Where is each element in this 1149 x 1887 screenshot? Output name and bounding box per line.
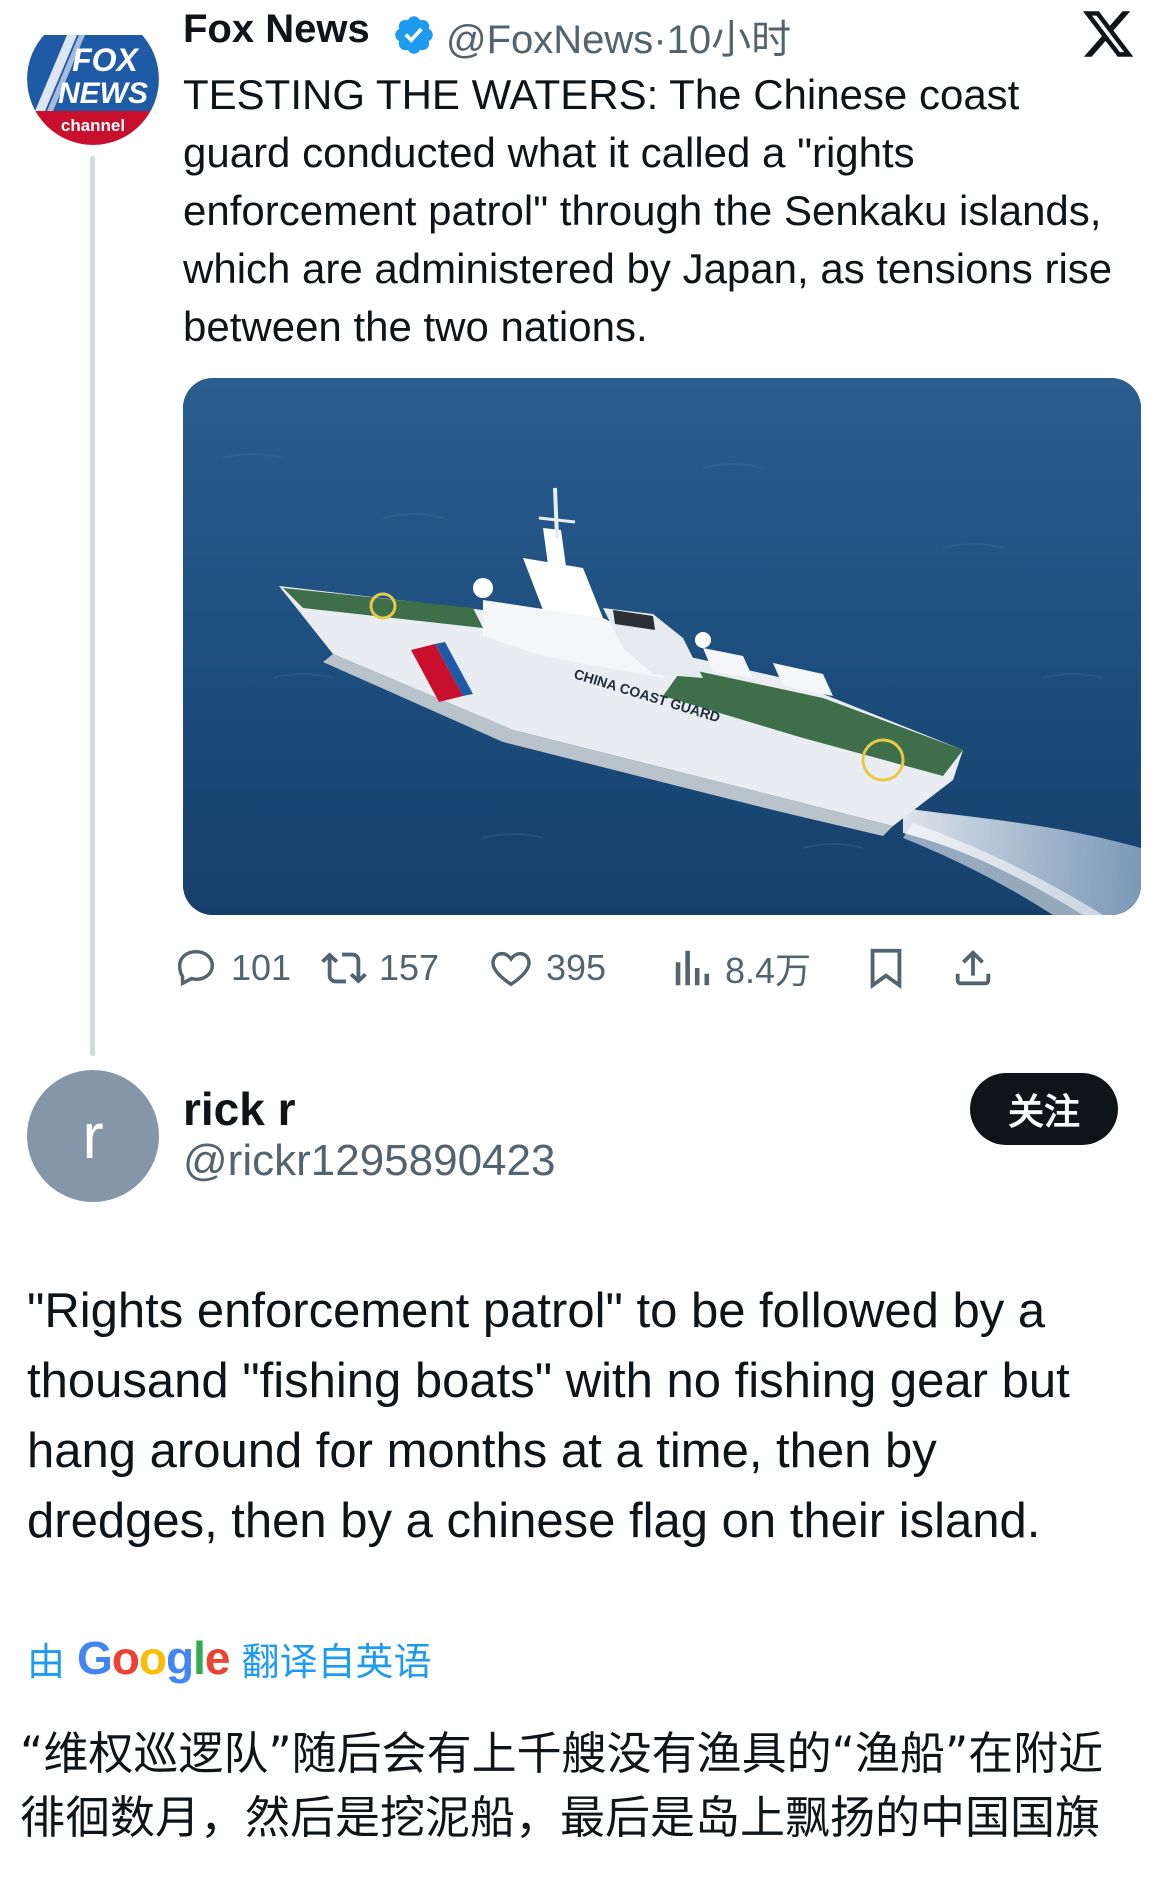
bookmark-icon: [870, 948, 902, 989]
verified-badge-icon: [395, 16, 433, 54]
reply-text: "Rights enforcement patrol" to be follow…: [27, 1284, 1070, 1548]
author-handle[interactable]: @FoxNews: [446, 18, 653, 62]
post-time[interactable]: ·10小时: [653, 18, 791, 62]
reply-count: 101: [231, 947, 292, 988]
share-icon: [955, 949, 991, 986]
share-button[interactable]: [950, 940, 996, 996]
google-brand: Google: [77, 1631, 231, 1685]
google-letter: e: [204, 1632, 231, 1684]
google-letter: g: [166, 1632, 194, 1684]
like-button[interactable]: 395: [488, 940, 606, 996]
author-avatar[interactable]: FOX NEWS channel: [27, 13, 159, 145]
like-count: 395: [546, 947, 607, 988]
ship-photo: CHINA COAST GUARD: [183, 378, 1141, 915]
repost-count: 157: [379, 947, 440, 988]
repost-icon: [321, 952, 367, 984]
author-handle-and-time[interactable]: @FoxNews·10小时: [446, 7, 791, 65]
google-letter: G: [77, 1632, 113, 1684]
post-text: TESTING THE WATERS: The Chinese coast gu…: [183, 71, 1113, 350]
x-logo-icon: [1082, 11, 1134, 57]
thread-connector-line: [90, 156, 95, 1056]
translate-prefix: 由: [27, 1641, 66, 1684]
svg-text:NEWS: NEWS: [58, 77, 148, 110]
reply-author-name[interactable]: rick r: [183, 1082, 296, 1136]
post-media-image[interactable]: CHINA COAST GUARD: [183, 378, 1141, 915]
google-letter: l: [193, 1632, 206, 1684]
translation-attribution[interactable]: 由 Google 翻译自英语: [27, 1628, 432, 1688]
views-button[interactable]: 8.4万: [673, 940, 811, 996]
reply-author-handle[interactable]: @rickr1295890423: [183, 1136, 555, 1186]
follow-button[interactable]: 关注: [970, 1073, 1118, 1145]
reply-author-avatar[interactable]: r: [27, 1070, 159, 1202]
views-icon: [675, 950, 710, 986]
author-name[interactable]: Fox News: [183, 7, 370, 52]
reply-button[interactable]: 101: [173, 940, 291, 996]
reply-icon: [177, 949, 215, 987]
like-icon: [491, 951, 531, 987]
translated-text: “维权巡逻队”随后会有上千艘没有渔具的“渔船”在附近徘徊数月，然后是挖泥船，最后…: [20, 1727, 1104, 1844]
view-count: 8.4万: [725, 950, 812, 991]
svg-text:FOX: FOX: [72, 42, 139, 78]
google-letter: o: [138, 1632, 167, 1684]
translate-suffix: 翻译自英语: [241, 1641, 432, 1684]
repost-button[interactable]: 157: [321, 940, 439, 996]
fox-news-logo-icon: FOX NEWS channel: [27, 13, 159, 145]
bookmark-button[interactable]: [863, 940, 909, 996]
google-letter: o: [111, 1632, 140, 1684]
post-action-bar: 101 157 395 8.4万: [177, 940, 1141, 996]
svg-text:channel: channel: [61, 116, 125, 135]
